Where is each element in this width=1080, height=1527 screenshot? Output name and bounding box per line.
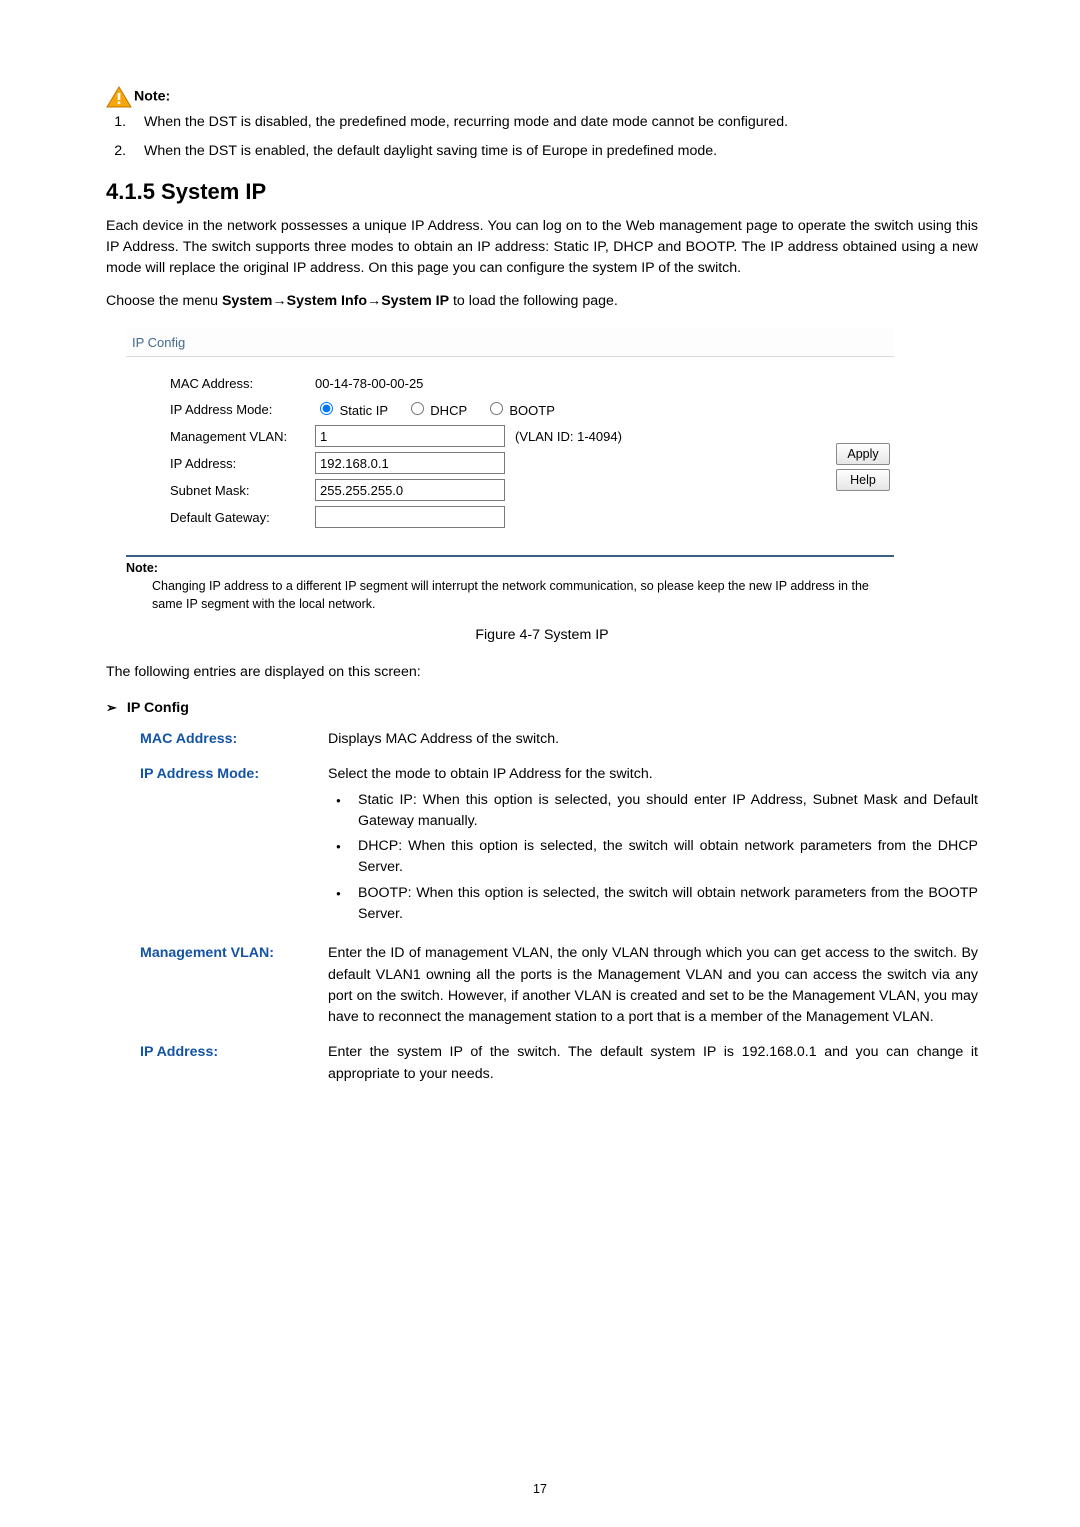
def-vlan: Management VLAN: Enter the ID of managem… — [140, 943, 978, 1028]
mask-input[interactable] — [315, 479, 505, 501]
warning-icon — [106, 86, 132, 108]
def-mode: IP Address Mode: Select the mode to obta… — [140, 764, 978, 929]
ip-input[interactable] — [315, 452, 505, 474]
entries-intro: The following entries are displayed on t… — [106, 662, 978, 683]
ip-config-panel: IP Config MAC Address: 00-14-78-00-00-25… — [126, 329, 894, 617]
menu-suffix: to load the following page. — [449, 293, 618, 309]
gateway-label: Default Gateway: — [170, 508, 315, 528]
ip-row: IP Address: — [170, 452, 888, 474]
mac-label: MAC Address: — [170, 374, 315, 394]
def-mode-body: Select the mode to obtain IP Address for… — [328, 764, 978, 929]
def-mode-item: DHCP: When this option is selected, the … — [358, 836, 978, 879]
note-item: When the DST is disabled, the predefined… — [130, 112, 978, 133]
note-divider — [126, 555, 894, 557]
page-number: 17 — [0, 1480, 1080, 1499]
page-container: Note: When the DST is disabled, the pred… — [0, 0, 1080, 1527]
note-label: Note: — [134, 89, 170, 105]
section-intro: Each device in the network possesses a u… — [106, 216, 978, 280]
menu-path: System→System Info→System IP — [222, 293, 449, 309]
def-mode-list: Static IP: When this option is selected,… — [328, 790, 978, 926]
def-mode-term: IP Address Mode: — [140, 764, 328, 929]
def-vlan-term: Management VLAN: — [140, 943, 328, 1028]
bootp-radio[interactable]: BOOTP — [485, 403, 555, 418]
def-ip: IP Address: Enter the system IP of the s… — [140, 1042, 978, 1085]
static-ip-radio[interactable]: Static IP — [315, 403, 388, 418]
mac-value: 00-14-78-00-00-25 — [315, 374, 423, 394]
ip-mode-row: IP Address Mode: Static IP DHCP BOOTP — [170, 399, 888, 421]
apply-button[interactable]: Apply — [836, 443, 890, 465]
def-mode-item: BOOTP: When this option is selected, the… — [358, 883, 978, 926]
panel-note-label: Note: — [126, 559, 894, 578]
def-ip-body: Enter the system IP of the switch. The d… — [328, 1042, 978, 1085]
vlan-hint: (VLAN ID: 1-4094) — [515, 427, 622, 447]
vlan-row: Management VLAN: (VLAN ID: 1-4094) — [170, 425, 888, 447]
menu-prefix: Choose the menu — [106, 293, 222, 309]
def-mode-intro: Select the mode to obtain IP Address for… — [328, 766, 653, 782]
ip-mode-radio-group: Static IP DHCP BOOTP — [315, 399, 569, 421]
vlan-input[interactable] — [315, 425, 505, 447]
mac-row: MAC Address: 00-14-78-00-00-25 — [170, 374, 888, 394]
ip-label: IP Address: — [170, 454, 315, 474]
section-heading: 4.1.5 System IP — [106, 175, 978, 208]
field-definitions: MAC Address: Displays MAC Address of the… — [140, 729, 978, 1085]
vlan-label: Management VLAN: — [170, 427, 315, 447]
ip-mode-label: IP Address Mode: — [170, 400, 315, 420]
def-mac-term: MAC Address: — [140, 729, 328, 750]
dhcp-radio[interactable]: DHCP — [406, 403, 467, 418]
figure-caption: Figure 4-7 System IP — [106, 625, 978, 646]
note-item: When the DST is enabled, the default day… — [130, 141, 978, 162]
def-mac-body: Displays MAC Address of the switch. — [328, 729, 978, 750]
group-label: IP Config — [127, 698, 189, 719]
def-mode-item: Static IP: When this option is selected,… — [358, 790, 978, 833]
note-list: When the DST is disabled, the predefined… — [106, 112, 978, 163]
panel-title: IP Config — [126, 329, 894, 358]
def-mac: MAC Address: Displays MAC Address of the… — [140, 729, 978, 750]
panel-note-text: Changing IP address to a different IP se… — [126, 578, 894, 617]
gateway-input[interactable] — [315, 506, 505, 528]
triangle-bullet-icon: ➢ — [106, 698, 117, 719]
group-heading: ➢ IP Config — [106, 698, 978, 719]
mask-row: Subnet Mask: — [170, 479, 888, 501]
note-block: Note: When the DST is disabled, the pred… — [106, 86, 978, 163]
button-stack: Apply Help — [836, 443, 890, 491]
gateway-row: Default Gateway: — [170, 506, 888, 528]
mask-label: Subnet Mask: — [170, 481, 315, 501]
def-ip-term: IP Address: — [140, 1042, 328, 1085]
def-vlan-body: Enter the ID of management VLAN, the onl… — [328, 943, 978, 1028]
help-button[interactable]: Help — [836, 469, 890, 491]
menu-instruction: Choose the menu System→System Info→Syste… — [106, 291, 978, 312]
panel-body: MAC Address: 00-14-78-00-00-25 IP Addres… — [126, 357, 894, 545]
